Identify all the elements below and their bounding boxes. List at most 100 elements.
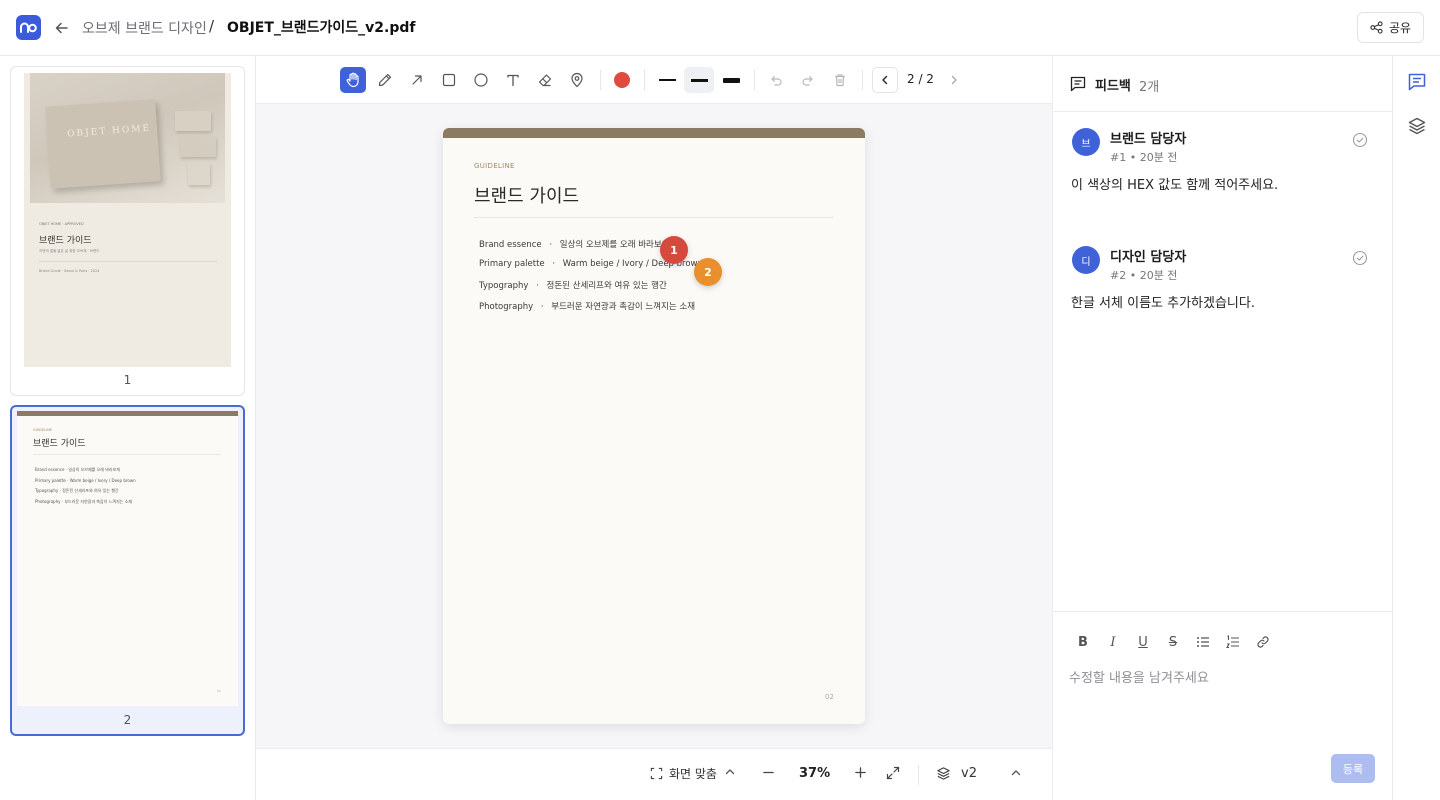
avatar: 디 [1072,246,1100,274]
thumbnail-page-2[interactable]: GUIDELINE 브랜드 가이드 Brand essence · 일상의 오브… [10,405,245,736]
feedback-tab-button[interactable] [1406,71,1428,93]
page-divider [474,217,834,218]
trash-icon [835,74,845,87]
redo-button[interactable] [795,67,821,93]
comment-text: 이 색상의 HEX 값도 함께 적어주세요. [1071,178,1279,193]
arrow-tool-button[interactable] [404,67,430,93]
eraser-tool-button[interactable] [532,67,558,93]
thumbnail-page-1-preview: OBJET HOME OBJET HOME · APPROVED 브랜드 가이드… [24,73,231,367]
version-button[interactable]: v2 [936,766,977,781]
pencil-tool-button[interactable] [372,67,398,93]
comment-item[interactable]: 브 브랜드 담당자 #1 • 20분 전 이 색상의 HEX 값도 함께 적어주… [1053,128,1393,228]
minus-icon [763,771,774,774]
rectangle-tool-button[interactable] [436,67,462,93]
next-page-button[interactable] [941,67,967,93]
cover-text: OBJET HOME [66,123,152,140]
guide-row: Brand essence · 일상의 오브제를 오래 바라보게 [479,238,670,250]
resolve-check-icon[interactable] [1352,132,1368,148]
comment-icon [1408,73,1426,91]
comment-text: 한글 서체 이름도 추가하겠습니다. [1071,296,1255,311]
comment-input[interactable] [1069,667,1377,747]
submit-comment-button[interactable]: 등록 [1331,754,1375,783]
plus-icon [855,767,866,778]
thumbnail-subtitle: 자연의 결을 닮은 삶 위한 오브제 · 브랜드 [39,249,100,253]
comment-icon [1070,76,1086,92]
app-logo[interactable] [16,15,41,40]
strikethrough-button[interactable]: S [1163,632,1183,652]
thumbnail-rows: Brand essence · 일상의 오브제를 오래 바라보게 Primary… [35,465,136,507]
layers-icon [1408,117,1426,135]
thumbnail-page-1[interactable]: OBJET HOME OBJET HOME · APPROVED 브랜드 가이드… [10,66,245,396]
stroke-thick-button[interactable] [718,67,744,93]
thumbnail-row: Brand essence · 일상의 오브제를 오래 바라보게 [35,467,120,472]
guide-row-separator: · [552,259,556,269]
share-button[interactable]: 공유 [1357,12,1424,43]
undo-button[interactable] [763,67,789,93]
numbered-list-button[interactable] [1223,632,1243,652]
guide-row-value: 정돈된 산세리프와 여유 있는 행간 [546,281,667,291]
comment-pin-2[interactable]: 2 [694,258,722,286]
right-rail [1392,56,1440,800]
guide-row-label: Typography [479,281,529,291]
comment-pin-1[interactable]: 1 [660,236,688,264]
hand-tool-button[interactable] [340,67,366,93]
stroke-thin-button[interactable] [654,67,680,93]
underline-button[interactable]: U [1133,632,1153,652]
thumbnail-row: Primary palette · Warm beige / Ivory / D… [35,477,136,483]
link-button[interactable] [1253,632,1273,652]
zoom-in-button[interactable] [854,766,867,779]
fit-options-toggle[interactable] [724,766,736,778]
document-page[interactable]: GUIDELINE 브랜드 가이드 Brand essence · 일상의 오브… [443,128,865,724]
italic-button[interactable]: I [1103,632,1123,652]
cover-card [175,111,211,131]
eraser-icon [538,74,552,87]
page-thumbnails-panel: OBJET HOME OBJET HOME · APPROVED 브랜드 가이드… [0,56,256,800]
fullscreen-button[interactable] [886,766,900,780]
version-toggle[interactable] [1010,767,1022,779]
thumbnail-footer: Brand Guide · Seoul & Paris · 2024 [39,269,100,273]
pin-icon [571,72,583,88]
bullet-list-icon [1197,637,1209,647]
resolve-check-icon[interactable] [1352,250,1368,266]
guide-row-label: Brand essence [479,240,542,250]
guide-row-separator: · [540,302,544,312]
stroke-thin-icon [658,79,676,81]
bold-button[interactable]: B [1073,632,1093,652]
circle-tool-button[interactable] [468,67,494,93]
share-icon [1370,21,1383,34]
color-picker-button[interactable] [609,67,635,93]
comment-item[interactable]: 디 디자인 담당자 #2 • 20분 전 한글 서체 이름도 추가하겠습니다. [1053,246,1393,346]
prev-page-button[interactable] [872,67,898,93]
pin-tool-button[interactable] [564,67,590,93]
numbered-list-icon [1226,635,1239,649]
feedback-header: 피드백 2개 [1053,56,1393,112]
layers-tab-button[interactable] [1406,115,1428,137]
strikethrough-icon: S [1168,634,1178,650]
chevron-up-icon [725,769,735,775]
logo-mark-icon [20,22,37,33]
delete-button[interactable] [827,67,853,93]
page-title: 브랜드 가이드 [474,186,580,207]
guide-row-label: Photography [479,302,534,312]
zoom-out-button[interactable] [762,766,775,779]
toolbar-divider [862,70,863,90]
color-swatch [614,72,630,88]
back-button[interactable] [52,18,72,38]
comment-meta: #2 • 20분 전 [1110,269,1178,282]
thumbnail-divider [33,454,221,455]
circle-icon [474,73,488,87]
stroke-medium-button[interactable] [684,67,714,93]
bullet-list-button[interactable] [1193,632,1213,652]
page-number: 02 [825,693,834,701]
annotation-toolbar: 2 / 2 [256,56,1052,104]
breadcrumb-project[interactable]: 오브제 브랜드 디자인 [82,18,207,38]
text-tool-button[interactable] [500,67,526,93]
fit-to-screen-button[interactable]: 화면 맞춤 [650,765,717,782]
thumbnail-label: 1 [123,373,132,387]
arrow-icon [412,75,422,85]
bottombar-divider [918,765,919,785]
guide-row-label: Primary palette [479,259,545,269]
document-canvas[interactable]: GUIDELINE 브랜드 가이드 Brand essence · 일상의 오브… [256,104,1052,748]
thumbnail-title: 브랜드 가이드 [33,439,86,449]
chevron-right-icon [951,75,957,85]
